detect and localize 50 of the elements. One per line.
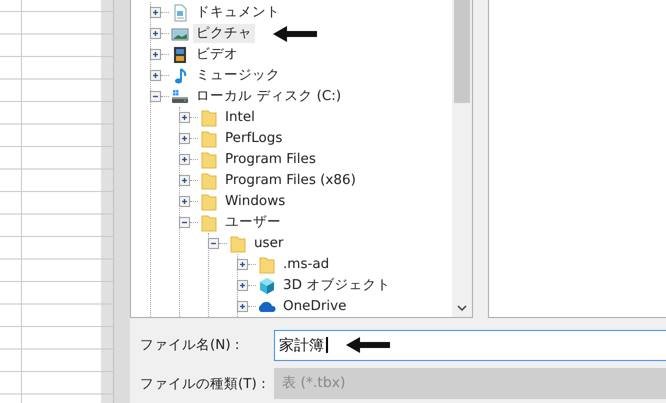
folder-icon — [200, 130, 218, 148]
folder-icon — [229, 234, 247, 252]
expand-icon[interactable] — [179, 133, 190, 144]
pointer-arrow-icon — [273, 26, 317, 42]
expand-icon[interactable] — [179, 175, 190, 186]
file-name-input[interactable]: 家計簿 — [279, 334, 328, 356]
expand-icon[interactable] — [179, 196, 190, 207]
tree-item[interactable]: ローカル ディスク (C:) — [193, 87, 344, 106]
expand-icon[interactable] — [150, 70, 161, 81]
file-name-field[interactable]: 家計簿 — [274, 330, 666, 361]
file-type-label: ファイルの種類(T) : — [140, 374, 267, 394]
tree-item[interactable]: ビデオ — [193, 45, 241, 64]
film-icon — [171, 46, 189, 64]
tree-item[interactable]: OneDrive — [280, 297, 350, 316]
folder-icon — [200, 150, 218, 168]
tree-item[interactable]: Program Files (x86) — [222, 171, 359, 190]
expand-icon[interactable] — [237, 301, 248, 312]
expand-icon[interactable] — [179, 112, 190, 123]
drive-icon — [171, 88, 189, 106]
expand-icon[interactable] — [179, 154, 190, 165]
tree-item[interactable]: .ms-ad — [280, 255, 332, 274]
tree-item[interactable]: Program Files — [222, 150, 319, 169]
tree-item[interactable]: ドキュメント — [193, 3, 283, 22]
folder-icon — [200, 172, 218, 190]
file-name-label: ファイル名(N) : — [140, 336, 240, 356]
tree-item[interactable]: ユーザー — [222, 213, 284, 232]
expand-icon[interactable] — [150, 28, 161, 39]
expand-icon[interactable] — [237, 259, 248, 270]
pointer-arrow-icon — [346, 337, 390, 354]
collapse-icon[interactable] — [179, 217, 190, 228]
collapse-icon[interactable] — [208, 238, 219, 249]
tree-item[interactable]: Windows — [222, 192, 288, 211]
tree-item[interactable]: 3D オブジェクト — [280, 276, 394, 295]
tree-item[interactable]: Intel — [222, 108, 258, 127]
cube-icon — [258, 276, 276, 294]
folder-icon — [258, 256, 276, 274]
tree-item[interactable]: ピクチャ — [193, 24, 255, 43]
folder-icon — [200, 214, 218, 232]
scroll-down-icon[interactable] — [456, 303, 468, 313]
tree-item[interactable]: user — [251, 234, 286, 253]
expand-icon[interactable] — [150, 49, 161, 60]
scrollbar[interactable] — [452, 0, 472, 317]
tree-item[interactable]: ミュージック — [193, 66, 283, 85]
folder-icon — [200, 192, 218, 210]
scrollbar-thumb[interactable] — [454, 0, 470, 103]
collapse-icon[interactable] — [150, 91, 161, 102]
folder-icon — [200, 108, 218, 126]
expand-icon[interactable] — [237, 280, 248, 291]
tree-item[interactable]: PerfLogs — [222, 129, 286, 148]
expand-icon[interactable] — [150, 7, 161, 18]
